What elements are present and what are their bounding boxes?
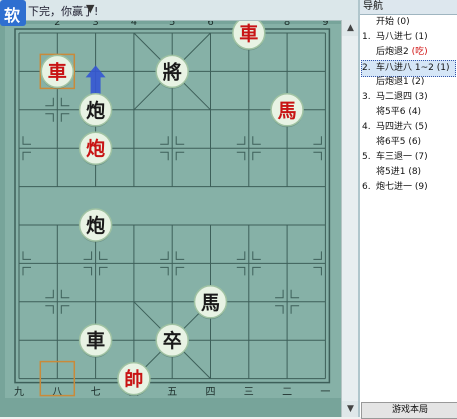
move-number: 3. bbox=[362, 92, 371, 102]
piece-black-chariot[interactable]: 車 bbox=[78, 323, 113, 358]
move-list-item[interactable]: 1. 马八进七 (1) bbox=[362, 30, 428, 45]
move-text: 车八进八 1~2 (1) bbox=[376, 63, 450, 73]
piece-black-soldier[interactable]: 卒 bbox=[155, 323, 189, 358]
move-note: (吃) bbox=[408, 47, 428, 57]
piece-label: 馬 bbox=[201, 292, 220, 314]
move-text: 后炮退1 (2) bbox=[376, 77, 425, 87]
move-text: 后炮退2 bbox=[376, 47, 409, 57]
piece-red-chariot-1[interactable]: 車 bbox=[232, 16, 266, 51]
scroll-up-icon[interactable]: ▲ bbox=[342, 20, 358, 36]
move-list-item[interactable]: 4. 马四进六 (5) bbox=[362, 120, 428, 135]
piece-red-horse[interactable]: 馬 bbox=[270, 93, 304, 128]
piece-label: 車 bbox=[48, 60, 67, 83]
move-number: 6. bbox=[362, 182, 371, 192]
piece-black-cannon-2[interactable]: 炮 bbox=[78, 208, 113, 243]
move-text: 马四进六 (5) bbox=[376, 122, 428, 132]
move-text: 开始 (0) bbox=[376, 17, 410, 27]
move-list-item[interactable]: 开始 (0) bbox=[362, 15, 410, 30]
piece-black-horse[interactable]: 馬 bbox=[193, 285, 228, 320]
move-number: 2. bbox=[362, 63, 371, 73]
piece-label: 炮 bbox=[86, 99, 105, 122]
dropdown-arrow-icon[interactable]: ▼ bbox=[86, 2, 94, 15]
navigation-panel: 导航 开始 (0) 1. 马八进七 (1) 后炮退2 (吃) 2. 车八进八 1~2 (1… bbox=[358, 0, 457, 417]
move-list-item[interactable]: 将5进1 (8) bbox=[362, 165, 421, 180]
bottom-file-label: 二 bbox=[282, 387, 292, 398]
move-list-item[interactable]: 将5平6 (4) bbox=[362, 105, 421, 120]
move-number: 5. bbox=[362, 152, 371, 162]
piece-black-cannon-1[interactable]: 炮 bbox=[78, 93, 113, 128]
xiangqi-board[interactable]: 123456789九八七六五四三二一車車將炮馬炮炮馬車卒帥 bbox=[0, 0, 358, 417]
move-number: 4. bbox=[362, 122, 371, 132]
status-bar: 软 下完，你赢了! ▼ bbox=[0, 0, 358, 26]
move-list-item[interactable]: 6. 炮七进一 (9) bbox=[362, 180, 428, 195]
move-text: 马八进七 (1) bbox=[376, 32, 428, 42]
piece-red-chariot-2[interactable]: 車 bbox=[40, 54, 75, 89]
logo-text: 软 bbox=[4, 6, 21, 25]
bottom-file-label: 一 bbox=[320, 387, 330, 398]
piece-label: 將 bbox=[163, 60, 182, 83]
move-number: 1. bbox=[362, 32, 371, 42]
piece-label: 卒 bbox=[163, 329, 182, 352]
piece-label: 車 bbox=[86, 329, 105, 352]
piece-label: 炮 bbox=[86, 214, 105, 237]
vertical-scrollbar[interactable]: ▲ ▼ bbox=[341, 20, 358, 417]
move-text: 车三退一 (7) bbox=[376, 152, 428, 162]
move-list-item[interactable]: 将6平5 (6) bbox=[362, 135, 421, 150]
nav-title: 导航 bbox=[360, 0, 457, 15]
move-list-item[interactable]: 后炮退1 (2) bbox=[362, 75, 424, 90]
scroll-down-icon[interactable]: ▼ bbox=[342, 401, 358, 417]
move-list-item[interactable]: 5. 车三退一 (7) bbox=[362, 150, 428, 165]
piece-red-marshal[interactable]: 帥 bbox=[117, 361, 151, 397]
piece-label: 炮 bbox=[86, 137, 105, 160]
piece-label: 馬 bbox=[278, 100, 297, 122]
move-text: 将6平5 (6) bbox=[376, 137, 422, 147]
move-text: 将5平6 (4) bbox=[376, 107, 422, 117]
bottom-file-label: 五 bbox=[167, 387, 177, 398]
piece-red-cannon[interactable]: 炮 bbox=[78, 131, 113, 166]
move-text: 将5进1 (8) bbox=[376, 167, 422, 177]
piece-black-general[interactable]: 將 bbox=[155, 54, 189, 89]
piece-label: 帥 bbox=[124, 368, 143, 391]
bottom-file-label: 七 bbox=[91, 386, 101, 398]
game-button[interactable]: 游戏本局 bbox=[361, 402, 457, 419]
bottom-file-label: 四 bbox=[206, 387, 216, 398]
bottom-file-label: 三 bbox=[244, 387, 254, 398]
move-text: 炮七进一 (9) bbox=[376, 182, 428, 192]
bottom-file-label: 九 bbox=[14, 386, 24, 398]
move-list-item[interactable]: 后炮退2 (吃) bbox=[362, 45, 428, 60]
piece-label: 車 bbox=[239, 22, 258, 45]
board-panel[interactable]: 123456789九八七六五四三二一車車將炮馬炮炮馬車卒帥 软 下完，你赢了! … bbox=[0, 0, 358, 417]
app-logo: 软 bbox=[0, 0, 26, 26]
move-text: 马二退四 (3) bbox=[376, 92, 428, 102]
move-list-item[interactable]: 3. 马二退四 (3) bbox=[362, 90, 428, 105]
